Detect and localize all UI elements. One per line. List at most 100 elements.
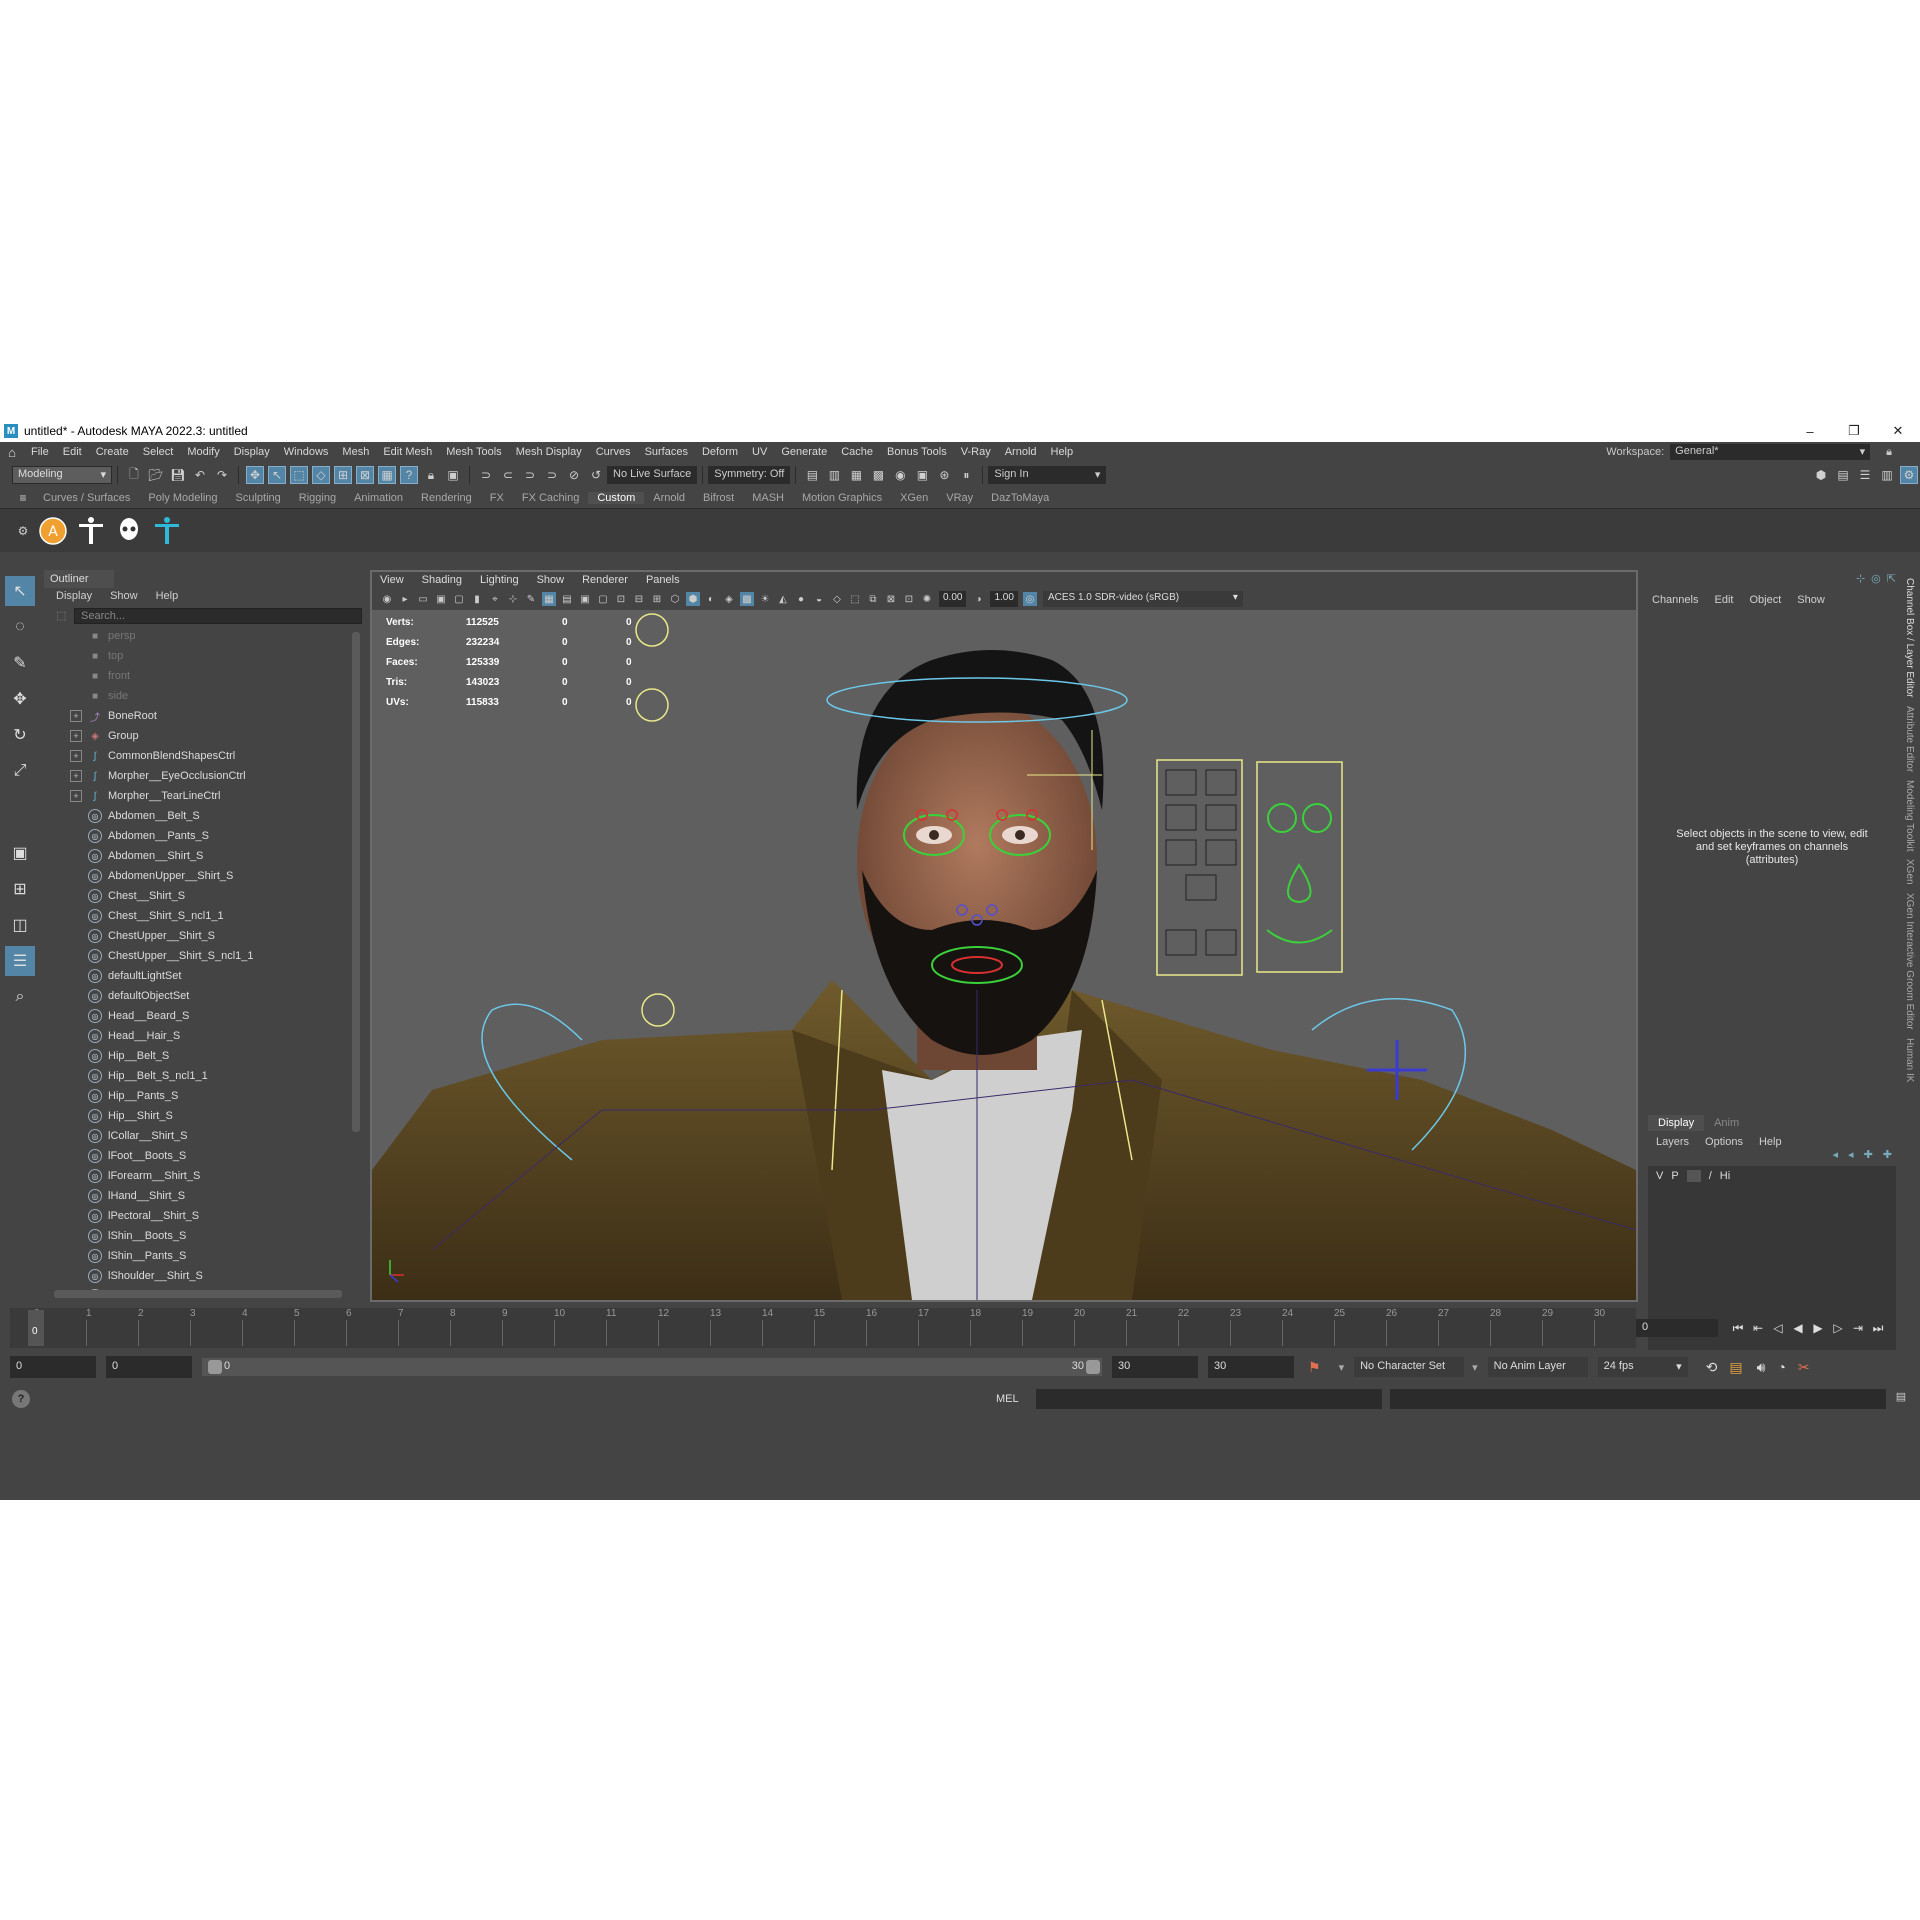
layer-playback[interactable]: P [1671, 1170, 1678, 1182]
outliner-item[interactable]: ◎ Head__Beard_S [44, 1006, 352, 1026]
channel-menu-channels[interactable]: Channels [1652, 594, 1698, 606]
symmetry-field[interactable]: Symmetry: Off [708, 466, 791, 484]
menu-uv[interactable]: UV [745, 446, 774, 458]
outliner-item[interactable]: ■ top [44, 646, 352, 666]
anim-layer-dropdown[interactable]: No Anim Layer [1487, 1357, 1588, 1377]
playback-end-field[interactable]: 30 [1112, 1356, 1198, 1378]
lock-selection-icon[interactable]: 🔒︎ [422, 466, 440, 484]
tab-human-ik[interactable]: Human IK [1904, 1038, 1915, 1082]
two-view-icon[interactable]: ◫ [5, 910, 35, 940]
tab-mash[interactable]: MASH [743, 492, 793, 504]
grid-icon[interactable]: ▦ [542, 592, 556, 606]
outliner-item[interactable]: ◎ defaultObjectSet [44, 986, 352, 1006]
viewport-menu-shading[interactable]: Shading [422, 574, 462, 586]
outliner-item[interactable]: ◎ Chest__Shirt_S_ncl1_1 [44, 906, 352, 926]
pin-icon[interactable]: ⌖ [488, 592, 502, 606]
menu-curves[interactable]: Curves [589, 446, 638, 458]
expand-icon[interactable]: + [70, 770, 82, 782]
loop-icon[interactable]: ⟲ [1706, 1359, 1718, 1376]
default-material-icon[interactable]: ◐ [704, 592, 718, 606]
xray-icon[interactable]: ⧉ [866, 592, 880, 606]
gate-mask-icon[interactable]: ⊟ [632, 592, 646, 606]
figure-blue-icon[interactable] [152, 515, 182, 547]
outliner-menu-display[interactable]: Display [56, 590, 92, 602]
help-icon[interactable]: ? [12, 1390, 30, 1408]
select-component-icon[interactable]: ⬚ [290, 466, 308, 484]
tab-custom[interactable]: Custom [588, 492, 645, 504]
ipr-render-icon[interactable]: ▦ [847, 466, 865, 484]
layer-row[interactable]: V P / Hi [1648, 1166, 1896, 1186]
outliner-item[interactable]: ◎ lHand__Shirt_S [44, 1186, 352, 1206]
outliner-item[interactable]: + ∫ CommonBlendShapesCtrl [44, 746, 352, 766]
sound-icon[interactable]: 🔊︎ [1757, 1359, 1766, 1376]
snap-view-icon[interactable]: ▦ [378, 466, 396, 484]
fps-dropdown[interactable]: 24 fps ▾ [1597, 1357, 1688, 1377]
tab-poly-modeling[interactable]: Poly Modeling [139, 492, 226, 504]
outliner-item[interactable]: ◎ Hip__Belt_S [44, 1046, 352, 1066]
tab-rigging[interactable]: Rigging [290, 492, 345, 504]
tab-xgen-groom[interactable]: XGen Interactive Groom Editor [1904, 893, 1915, 1030]
gamma-field[interactable]: 1.00 [990, 591, 1018, 607]
render-settings-icon[interactable]: ▩ [869, 466, 887, 484]
snap-surface-icon[interactable]: ? [400, 466, 418, 484]
command-input[interactable] [1036, 1389, 1382, 1409]
outliner-horizontal-scrollbar[interactable] [54, 1290, 342, 1298]
outliner-item[interactable]: ◎ Hip__Pants_S [44, 1086, 352, 1106]
color-space-dropdown[interactable]: ACES 1.0 SDR-video (sRGB) ▾ [1042, 591, 1243, 607]
outliner-item[interactable]: ◎ lPectoral__Shirt_S [44, 1206, 352, 1226]
layout-icon[interactable]: ⚙ [1900, 466, 1918, 484]
menu-bonus-tools[interactable]: Bonus Tools [880, 446, 954, 458]
minimize-button[interactable]: – [1788, 420, 1832, 442]
outliner-item[interactable]: ◎ Abdomen__Belt_S [44, 806, 352, 826]
layer-menu-layers[interactable]: Layers [1656, 1136, 1689, 1148]
xray-joints-icon[interactable]: ⊠ [884, 592, 898, 606]
sign-in-button[interactable]: Sign In ▾ [988, 466, 1107, 484]
menu-edit[interactable]: Edit [56, 446, 89, 458]
tool-settings-icon[interactable]: ☰ [1856, 466, 1874, 484]
select-tool-icon[interactable]: ↖ [5, 576, 35, 606]
step-forward-key-icon[interactable]: ⇥ [1848, 1321, 1868, 1335]
scene-end-field[interactable]: 30 [1208, 1356, 1294, 1378]
outliner-item[interactable]: ◎ defaultLightSet [44, 966, 352, 986]
channel-refresh-icon[interactable]: ◎ [1871, 572, 1881, 585]
outliner-item[interactable]: ◎ Hip__Belt_S_ncl1_1 [44, 1066, 352, 1086]
lasso-tool-icon[interactable]: ◌ [5, 612, 35, 642]
snap-point-icon[interactable]: ⊠ [356, 466, 374, 484]
layer-visibility[interactable]: V [1656, 1170, 1663, 1182]
menu-select[interactable]: Select [136, 446, 181, 458]
outliner-item[interactable]: ◎ Abdomen__Shirt_S [44, 846, 352, 866]
tab-rendering[interactable]: Rendering [412, 492, 481, 504]
outliner-item[interactable]: + ⤴ BoneRoot [44, 706, 352, 726]
range-slider[interactable]: 0 30 [202, 1358, 1102, 1376]
motion-blur-icon[interactable]: ◒ [812, 592, 826, 606]
menu-file[interactable]: File [24, 446, 56, 458]
viewport-menu-show[interactable]: Show [537, 574, 565, 586]
range-start-handle[interactable] [208, 1360, 222, 1374]
outliner-item[interactable]: ■ persp [44, 626, 352, 646]
character-set-dropdown[interactable]: No Character Set [1354, 1357, 1465, 1377]
hypershade-icon[interactable]: ◉ [891, 466, 909, 484]
outliner-item[interactable]: + ∫ Morpher__EyeOcclusionCtrl [44, 766, 352, 786]
menu-vray[interactable]: V-Ray [954, 446, 998, 458]
tab-attribute-editor[interactable]: Attribute Editor [1904, 706, 1915, 772]
time-slider[interactable]: 0123456789101112131415161718192021222324… [10, 1308, 1636, 1348]
menu-edit-mesh[interactable]: Edit Mesh [376, 446, 439, 458]
scene-start-field[interactable]: 0 [10, 1356, 96, 1378]
snap-plane-icon[interactable]: ⊃ [543, 466, 561, 484]
outliner-item[interactable]: ◎ ChestUpper__Shirt_S_ncl1_1 [44, 946, 352, 966]
channel-menu-show[interactable]: Show [1797, 594, 1825, 606]
select-hierarchy-icon[interactable]: ✥ [246, 466, 264, 484]
outliner-item[interactable]: ◎ AbdomenUpper__Shirt_S [44, 866, 352, 886]
select-object-icon[interactable]: ↖ [268, 466, 286, 484]
color-management-icon[interactable]: ◎ [1022, 592, 1037, 606]
mel-label[interactable]: MEL [996, 1393, 1019, 1405]
menu-cache[interactable]: Cache [834, 446, 880, 458]
step-forward-frame-icon[interactable]: ▷ [1828, 1321, 1848, 1335]
current-frame-field[interactable]: 0 [1636, 1319, 1718, 1337]
outliner-item[interactable]: ◎ Abdomen__Pants_S [44, 826, 352, 846]
prefs-icon[interactable]: ✂ [1798, 1359, 1810, 1376]
outliner-item[interactable]: ■ side [44, 686, 352, 706]
layer-menu-options[interactable]: Options [1705, 1136, 1743, 1148]
new-layer-selected-icon[interactable]: ✚ [1883, 1148, 1892, 1161]
film-gate-2-icon[interactable]: ▤ [560, 592, 574, 606]
